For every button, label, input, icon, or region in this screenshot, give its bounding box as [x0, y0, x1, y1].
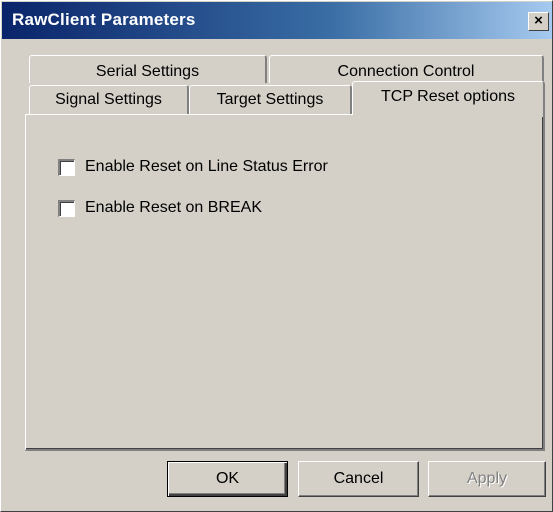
window-title: RawClient Parameters [12, 10, 196, 29]
dialog-window: RawClient Parameters × Serial Settings C… [0, 0, 553, 512]
close-icon: × [534, 12, 543, 29]
reset-line-status-error-label: Enable Reset on Line Status Error [85, 158, 328, 175]
reset-line-status-error-checkbox[interactable] [58, 158, 75, 176]
option-reset-break[interactable]: Enable Reset on BREAK [58, 199, 262, 217]
tab-signal-settings[interactable]: Signal Settings [29, 85, 189, 115]
tab-serial-settings-label: Serial Settings [95, 63, 200, 80]
tab-tcp-reset-options-label: TCP Reset options [381, 88, 515, 105]
tab-connection-control-label: Connection Control [337, 63, 475, 80]
tab-target-settings-label: Target Settings [216, 91, 324, 108]
ok-button[interactable]: OK [167, 461, 288, 497]
cancel-button-label: Cancel [333, 470, 384, 487]
tab-target-settings[interactable]: Target Settings [189, 85, 352, 115]
tab-signal-settings-label: Signal Settings [55, 91, 162, 108]
ok-button-label: OK [215, 470, 240, 487]
apply-button-label: Apply [466, 470, 508, 487]
tab-tcp-reset-options[interactable]: TCP Reset options [352, 81, 545, 117]
tab-serial-settings[interactable]: Serial Settings [29, 55, 267, 83]
reset-break-label: Enable Reset on BREAK [85, 199, 262, 216]
option-reset-line-status-error[interactable]: Enable Reset on Line Status Error [58, 158, 328, 176]
reset-break-checkbox[interactable] [58, 199, 75, 217]
close-button[interactable]: × [528, 12, 549, 31]
title-bar[interactable]: RawClient Parameters × [2, 2, 552, 39]
apply-button[interactable]: Apply [428, 461, 546, 497]
cancel-button[interactable]: Cancel [298, 461, 419, 497]
tab-connection-control[interactable]: Connection Control [269, 55, 544, 83]
